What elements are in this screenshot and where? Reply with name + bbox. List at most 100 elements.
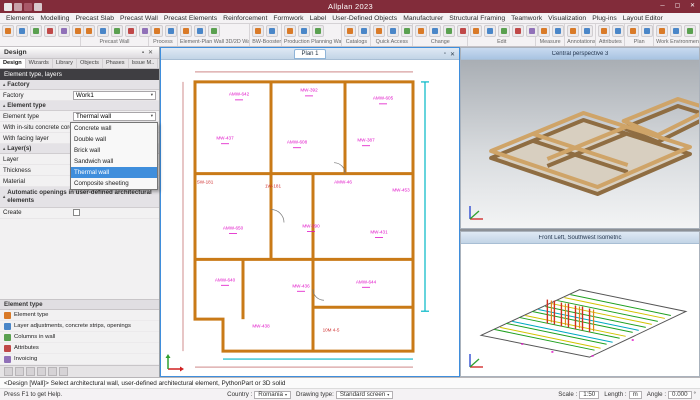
list-item-element-type[interactable]: Element type [0, 310, 159, 321]
angle-value-box[interactable]: 0.000 [668, 391, 691, 399]
menu-item[interactable]: Precast Wall [117, 15, 161, 22]
tool-icon[interactable] [252, 25, 264, 37]
tool-icon[interactable] [612, 25, 624, 37]
palette-tab-design[interactable]: Design [0, 59, 26, 68]
tool-icon[interactable] [598, 25, 610, 37]
menu-item[interactable]: Modelling [37, 15, 72, 22]
section-auto-openings[interactable]: ▴Automatic openings in user-defined arch… [0, 187, 159, 208]
tool-icon[interactable] [2, 25, 14, 37]
dropdown-option[interactable]: Composite sheeting [71, 178, 157, 189]
tool-icon[interactable] [58, 25, 70, 37]
undo-icon[interactable] [24, 3, 32, 11]
tool-icon[interactable] [312, 25, 324, 37]
tool-icon[interactable] [298, 25, 310, 37]
close-button[interactable]: ✕ [685, 0, 700, 13]
tool-icon[interactable] [16, 25, 28, 37]
menu-item[interactable]: Layout Editor [620, 15, 666, 22]
tool-icon[interactable] [457, 25, 469, 37]
list-item-layer-adjustments[interactable]: Layer adjustments, concrete strips, open… [0, 321, 159, 332]
tool-icon[interactable] [139, 25, 151, 37]
isometric-canvas[interactable] [461, 244, 699, 376]
tool-icon[interactable] [443, 25, 455, 37]
tool-icon[interactable] [512, 25, 524, 37]
menu-item[interactable]: Precast Slab [72, 15, 117, 22]
palette-strip-icon[interactable] [59, 367, 68, 376]
tool-icon[interactable] [30, 25, 42, 37]
tool-icon[interactable] [83, 25, 95, 37]
tool-icon[interactable] [470, 25, 482, 37]
length-value-box[interactable]: m [629, 391, 642, 399]
tool-icon[interactable] [581, 25, 593, 37]
minimize-button[interactable]: ─ [655, 0, 670, 13]
tool-icon[interactable] [627, 25, 639, 37]
tool-icon[interactable] [151, 25, 163, 37]
menu-item[interactable]: Precast Elements [161, 15, 220, 22]
perspective-viewport-titlebar[interactable]: Central perspective 3 [461, 48, 699, 60]
drawing-type-select[interactable]: Standard screen▾ [336, 391, 393, 399]
palette-close-icon[interactable]: ✕ [146, 49, 155, 56]
list-item-invoicing[interactable]: Invoicing [0, 354, 159, 365]
create-checkbox[interactable] [73, 209, 80, 216]
tool-icon[interactable] [44, 25, 56, 37]
menu-item[interactable]: Teamwork [508, 15, 545, 22]
menu-item[interactable]: Elements [3, 15, 37, 22]
save-icon[interactable] [14, 3, 22, 11]
country-select[interactable]: Romania▾ [254, 391, 291, 399]
dropdown-option[interactable]: Brick wall [71, 145, 157, 156]
tool-icon[interactable] [429, 25, 441, 37]
tool-icon[interactable] [552, 25, 564, 37]
tool-icon[interactable] [165, 25, 177, 37]
tool-icon[interactable] [526, 25, 538, 37]
palette-tab-issue[interactable]: Issue M.. [129, 59, 159, 68]
tool-icon[interactable] [656, 25, 668, 37]
palette-tab-wizards[interactable]: Wizards [26, 59, 53, 68]
section-factory[interactable]: ▴Factory [0, 80, 159, 90]
menu-item[interactable]: Manufacturer [400, 15, 446, 22]
palette-tab-phases[interactable]: Phases [103, 59, 129, 68]
tool-icon[interactable] [358, 25, 370, 37]
section-element-type[interactable]: ▴Element type [0, 101, 159, 111]
tool-icon[interactable] [373, 25, 385, 37]
menu-item[interactable]: Visualization [545, 15, 589, 22]
menu-item[interactable]: Plug-ins [589, 15, 620, 22]
palette-tab-objects[interactable]: Objects [77, 59, 103, 68]
isometric-viewport-titlebar[interactable]: Front Left, Southwest Isometric [461, 232, 699, 244]
palette-strip-icon[interactable] [4, 367, 13, 376]
tool-icon[interactable] [266, 25, 278, 37]
tool-icon[interactable] [401, 25, 413, 37]
tool-icon[interactable] [208, 25, 220, 37]
menu-item[interactable]: User-Defined Objects [329, 15, 400, 22]
menu-item[interactable]: Structural Framing [446, 15, 508, 22]
palette-tab-connect[interactable]: Connect [158, 59, 159, 68]
palette-strip-icon[interactable] [15, 367, 24, 376]
tool-icon[interactable] [284, 25, 296, 37]
palette-strip-icon[interactable] [48, 367, 57, 376]
tool-icon[interactable] [641, 25, 653, 37]
tool-icon[interactable] [97, 25, 109, 37]
element-type-select[interactable]: Thermal wall▾ [73, 112, 156, 121]
tool-icon[interactable] [180, 25, 192, 37]
tool-icon[interactable] [415, 25, 427, 37]
plan-viewport-tab[interactable]: Plan 1 [294, 49, 325, 59]
tool-icon[interactable] [125, 25, 137, 37]
tool-icon[interactable] [538, 25, 550, 37]
redo-icon[interactable] [34, 3, 42, 11]
tool-icon[interactable] [344, 25, 356, 37]
menu-item[interactable]: Label [307, 15, 330, 22]
perspective-canvas[interactable] [461, 60, 699, 228]
tool-icon[interactable] [670, 25, 682, 37]
plan-canvas[interactable]: AMW-642 MW-392 AMW-605 MW-437 AMW-608 MW… [161, 60, 459, 376]
palette-strip-icon[interactable] [26, 367, 35, 376]
tool-icon[interactable] [111, 25, 123, 37]
factory-select[interactable]: Work1▾ [73, 91, 156, 100]
tool-icon[interactable] [498, 25, 510, 37]
dropdown-option[interactable]: Concrete wall [71, 123, 157, 134]
dropdown-option[interactable]: Double wall [71, 134, 157, 145]
maximize-button[interactable]: ▢ [670, 0, 685, 13]
list-item-columns-in-wall[interactable]: Columns in wall [0, 332, 159, 343]
viewport-close-icon[interactable]: ✕ [448, 51, 457, 58]
palette-tab-library[interactable]: Library [53, 59, 77, 68]
scale-value-box[interactable]: 1:50 [579, 391, 599, 399]
tool-icon[interactable] [484, 25, 496, 37]
tool-icon[interactable] [567, 25, 579, 37]
